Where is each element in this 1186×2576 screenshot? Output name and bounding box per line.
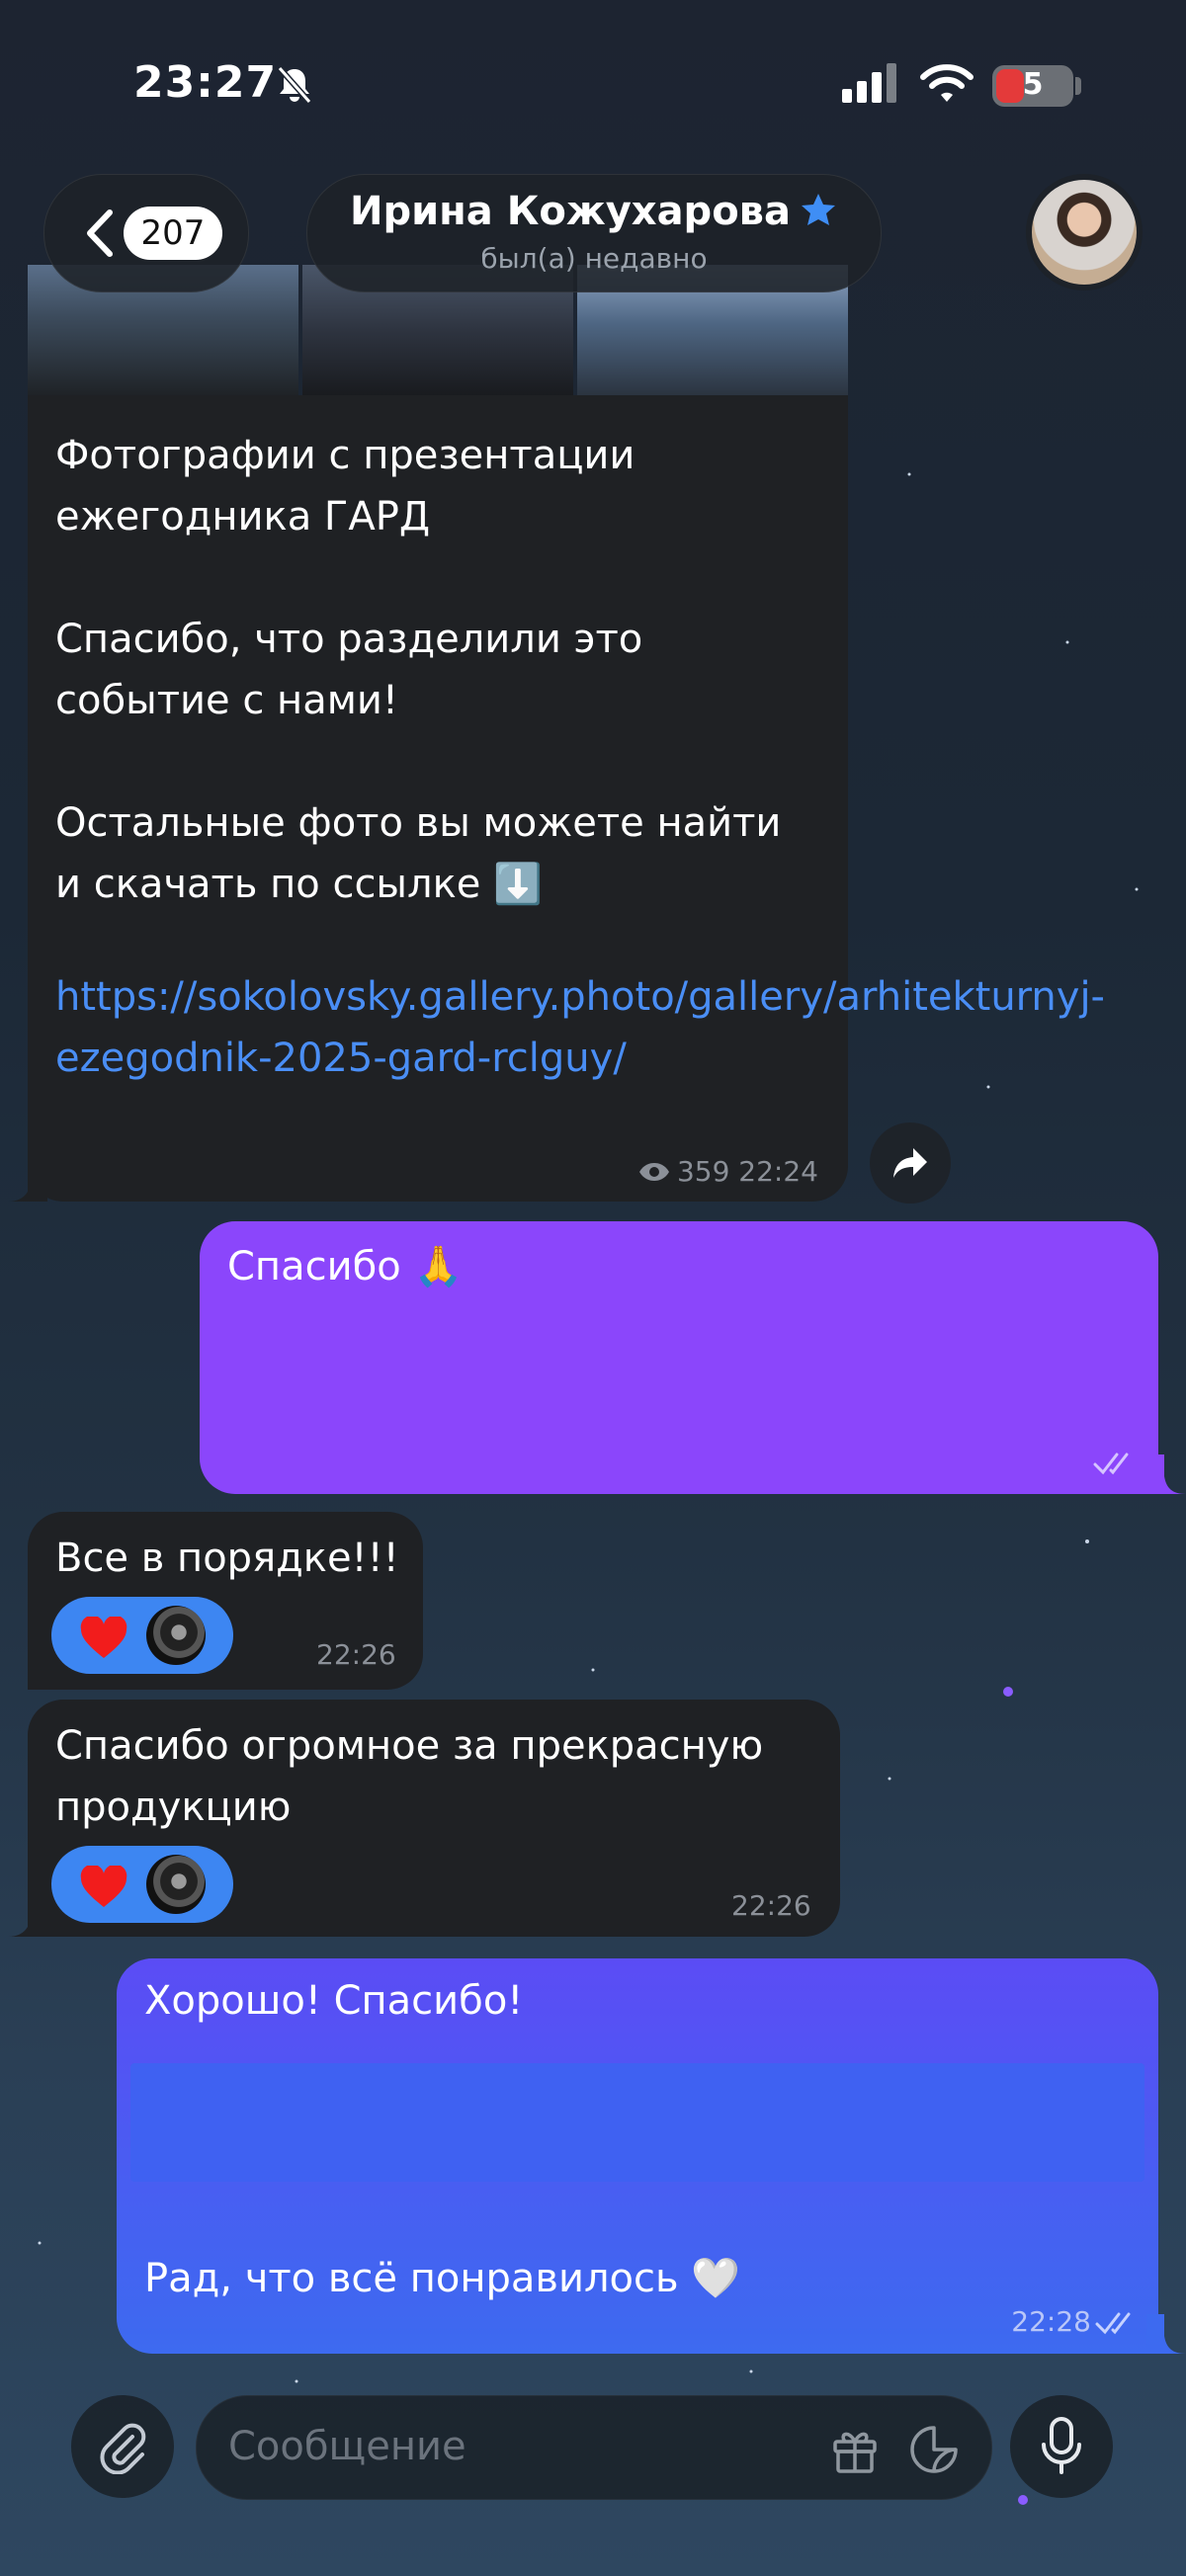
avatar[interactable] <box>1026 174 1143 291</box>
bell-slash-icon <box>277 66 312 104</box>
paperclip-icon <box>100 2423 146 2474</box>
message-link[interactable]: https://sokolovsky.gallery.photo/gallery… <box>55 966 1105 1089</box>
message-text: Хорошо! Спасибо! <box>144 1978 524 2024</box>
star-icon <box>801 194 835 225</box>
eye-icon <box>638 1163 669 1181</box>
reaction-chip[interactable] <box>51 1597 233 1674</box>
message-bubble-incoming[interactable]: Все в порядке!!! 22:26 <box>28 1512 423 1690</box>
share-icon <box>893 1148 927 1178</box>
message-meta: 359 22:24 <box>637 1155 818 1188</box>
bubble-tail <box>8 1162 47 1202</box>
bubble-tail <box>8 1897 47 1937</box>
unread-count-badge: 207 <box>124 207 222 260</box>
message-media-placeholder <box>130 2063 1144 2182</box>
microphone-icon <box>1042 2417 1081 2474</box>
message-text: Спасибо огромное за прекрасную продукцию <box>55 1723 764 1830</box>
chevron-left-icon <box>87 209 113 257</box>
bubble-tail <box>1146 1454 1186 1494</box>
message-time: 22:26 <box>316 1638 396 1671</box>
message-input[interactable]: Сообщение <box>196 2395 992 2500</box>
gift-icon[interactable] <box>829 2424 881 2475</box>
contact-name-row: Ирина Кожухарова <box>307 189 881 234</box>
heart-icon <box>80 1617 127 1658</box>
contact-status: был(а) недавно <box>480 242 708 275</box>
reaction-chip[interactable] <box>51 1846 233 1923</box>
chat-title[interactable]: Ирина Кожухарова был(а) недавно <box>306 174 882 292</box>
back-button[interactable]: 207 <box>43 174 249 292</box>
avatar-photo <box>1032 180 1137 285</box>
message-bubble-incoming[interactable]: Фотографии с презентации ежегодника ГАРД… <box>28 395 1105 1202</box>
reactor-avatar <box>146 1606 206 1665</box>
status-time: 23:27 <box>133 57 278 108</box>
signal-icon <box>842 63 896 103</box>
message-text: Спасибо 🙏 <box>227 1244 464 1289</box>
message-text: Фотографии с презентации ежегодника ГАРД… <box>55 433 782 907</box>
microphone-button[interactable] <box>1010 2395 1113 2498</box>
message-bubble-outgoing[interactable]: Спасибо 🙏 <box>200 1221 1158 1494</box>
message-bubble-incoming[interactable]: Спасибо огромное за прекрасную продукцию… <box>28 1700 840 1937</box>
contact-name: Ирина Кожухарова <box>350 189 791 234</box>
message-time: 22:26 <box>731 1889 811 1922</box>
battery-nub <box>1075 77 1081 95</box>
message-text-secondary: Рад, что всё понравилось 🤍 <box>144 2256 741 2301</box>
share-button[interactable] <box>870 1122 951 1204</box>
reactor-avatar <box>146 1855 206 1914</box>
heart-icon <box>80 1866 127 1907</box>
bubble-tail <box>1146 2314 1186 2354</box>
battery-text: 5 <box>1022 67 1044 102</box>
view-count: 359 <box>676 1155 730 1188</box>
battery-indicator: 5 <box>992 65 1073 107</box>
attach-button[interactable] <box>71 2395 174 2498</box>
double-check-icon <box>1095 2312 1131 2335</box>
wifi-icon <box>920 64 974 102</box>
double-check-icon <box>1093 1453 1129 1475</box>
message-time: 22:28 <box>1011 2305 1091 2338</box>
message-time: 22:24 <box>738 1155 818 1188</box>
message-text: Все в порядке!!! <box>55 1536 399 1581</box>
sticker-icon[interactable] <box>908 2424 960 2475</box>
message-input-placeholder: Сообщение <box>228 2424 466 2469</box>
message-bubble-outgoing[interactable]: Хорошо! Спасибо! Рад, что всё понравилос… <box>117 1958 1158 2354</box>
